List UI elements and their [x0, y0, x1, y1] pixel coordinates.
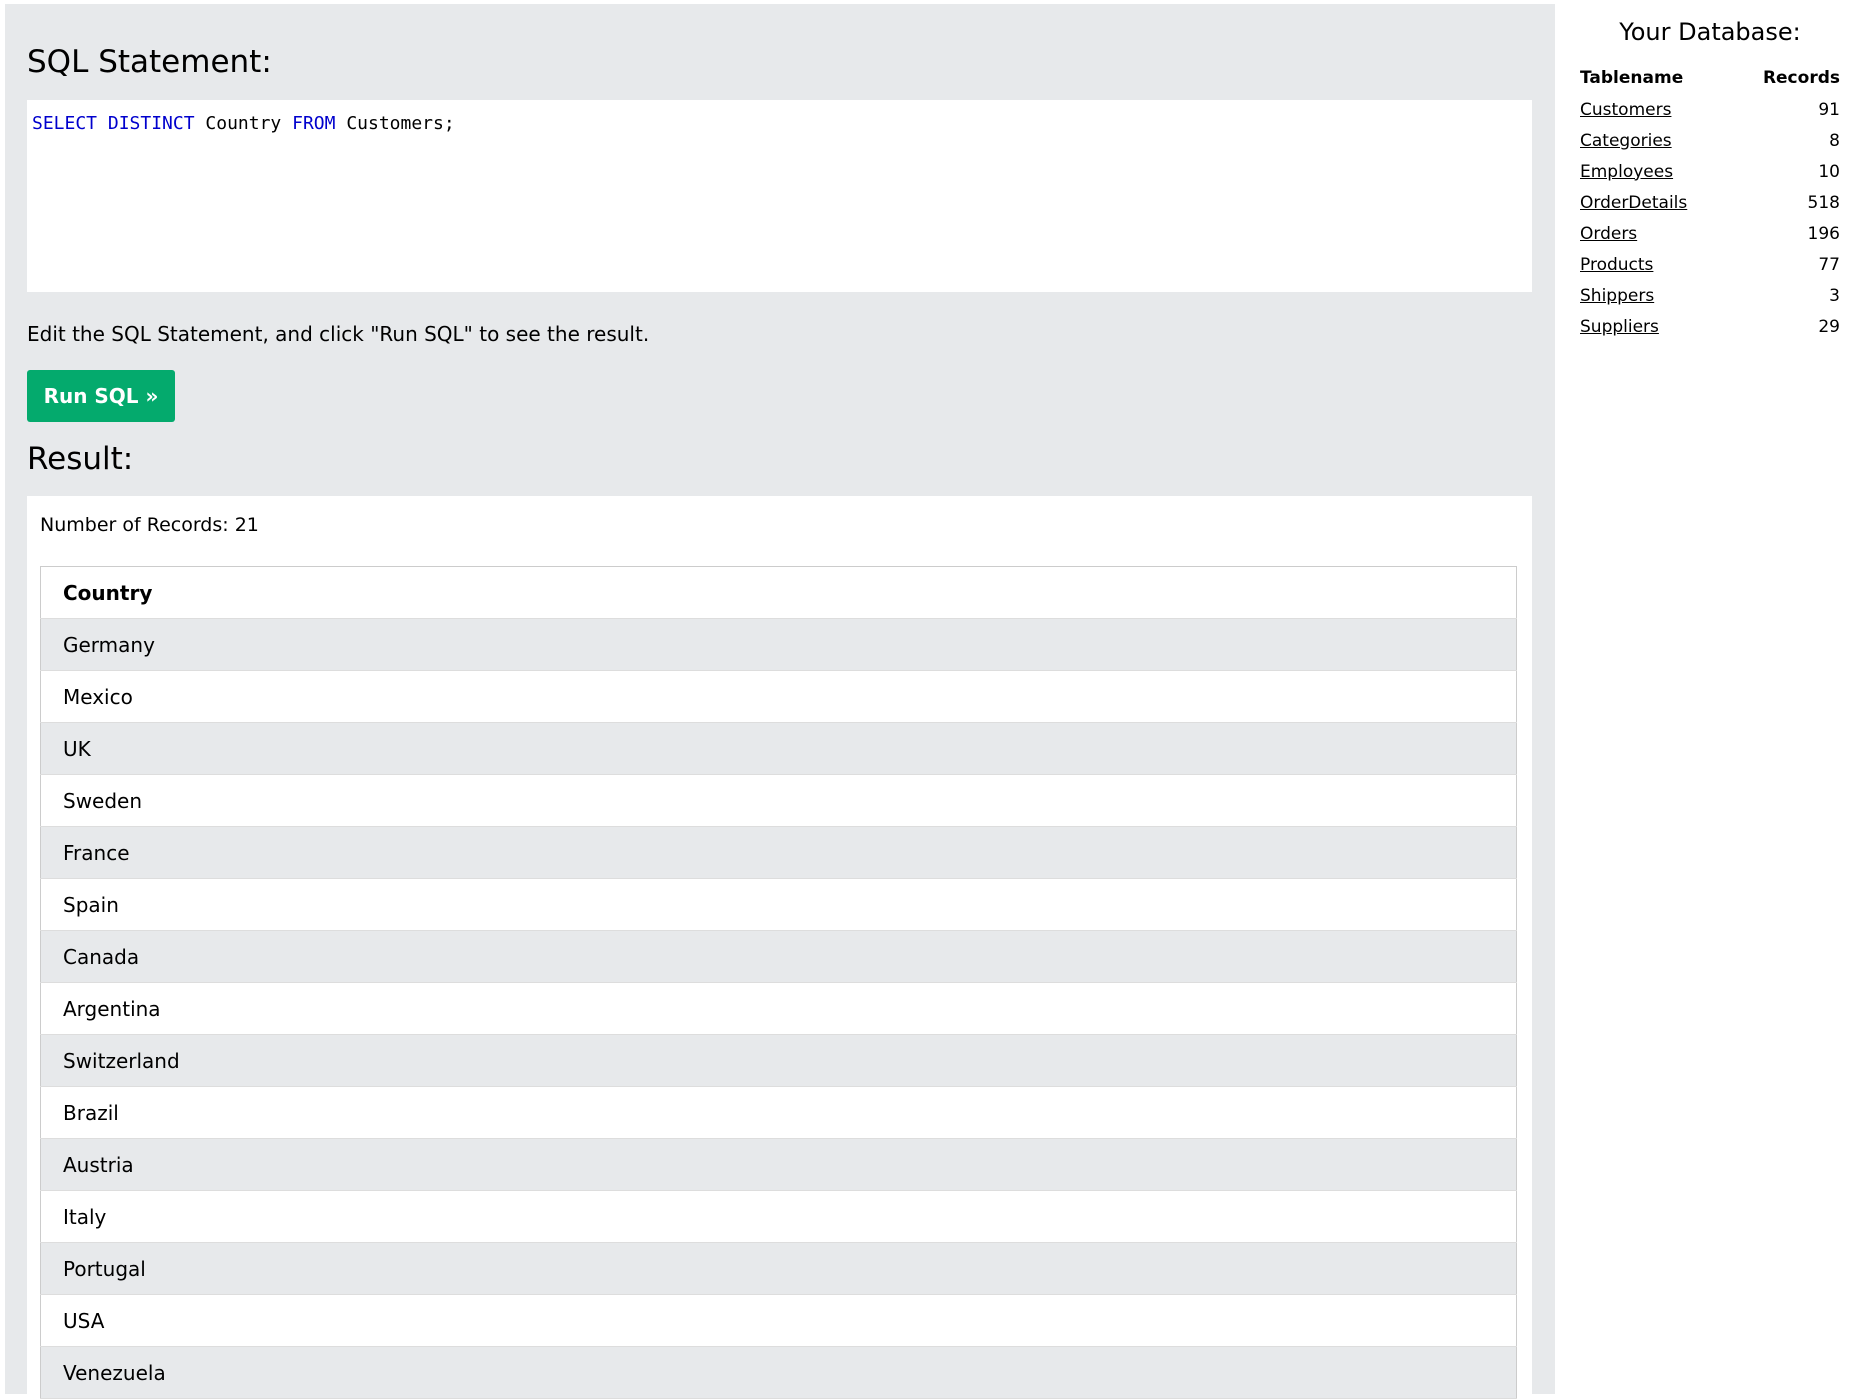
- db-record-count: 10: [1818, 161, 1840, 182]
- country-cell: Canada: [40, 930, 1517, 983]
- country-cell: Austria: [40, 1138, 1517, 1191]
- country-cell: Sweden: [40, 774, 1517, 827]
- db-table-link-categories[interactable]: Categories: [1580, 131, 1672, 151]
- db-table-row: OrderDetails 518: [1579, 187, 1841, 218]
- records-header: Records: [1762, 68, 1840, 88]
- record-count: Number of Records: 21: [40, 514, 259, 536]
- db-table-name-cell: Suppliers: [1579, 311, 1731, 342]
- db-table-link-shippers[interactable]: Shippers: [1580, 286, 1654, 306]
- db-table-row: Orders 196: [1579, 218, 1841, 249]
- table-row: Portugal: [40, 1242, 1517, 1295]
- db-table-row: Customers 91: [1579, 94, 1841, 125]
- db-table-link-products[interactable]: Products: [1580, 255, 1653, 275]
- country-cell: Switzerland: [40, 1034, 1517, 1087]
- sql-code-editor[interactable]: SELECT DISTINCT Country FROM Customers;: [27, 100, 1532, 292]
- sql-editor-panel: SQL Statement: SELECT DISTINCT Country F…: [5, 4, 1555, 1399]
- country-cell: Spain: [40, 878, 1517, 931]
- db-table-link-orders[interactable]: Orders: [1580, 224, 1637, 244]
- db-record-count: 8: [1829, 130, 1840, 151]
- db-table-link-employees[interactable]: Employees: [1580, 162, 1673, 182]
- database-table: Tablename Records Customers 91 Categories 8…: [1579, 62, 1841, 342]
- table-row: Venezuela: [40, 1346, 1517, 1399]
- column-header-country: Country: [40, 566, 1517, 619]
- country-cell: UK: [40, 722, 1517, 775]
- result-container: Number of Records: 21 Country Germany Mex…: [27, 496, 1532, 1399]
- db-table-row: Employees 10: [1579, 156, 1841, 187]
- result-heading: Result:: [27, 441, 134, 477]
- table-row: USA: [40, 1294, 1517, 1347]
- country-cell: Mexico: [40, 670, 1517, 723]
- database-title: Your Database:: [1619, 18, 1801, 46]
- db-table-name-cell: Products: [1579, 249, 1731, 280]
- db-table-name-cell: Orders: [1579, 218, 1731, 249]
- db-record-count: 3: [1829, 285, 1840, 306]
- db-record-count: 196: [1807, 223, 1840, 244]
- db-table-row: Suppliers 29: [1579, 311, 1841, 342]
- table-row: Mexico: [40, 670, 1517, 723]
- table-row: Brazil: [40, 1086, 1517, 1139]
- db-table-row: Shippers 3: [1579, 280, 1841, 311]
- country-cell: France: [40, 826, 1517, 879]
- country-cell: Germany: [40, 618, 1517, 671]
- country-cell: Venezuela: [40, 1346, 1517, 1399]
- db-record-count: 29: [1818, 316, 1840, 337]
- db-table-link-suppliers[interactable]: Suppliers: [1580, 317, 1659, 337]
- db-record-count: 77: [1818, 254, 1840, 275]
- db-table-name-cell: OrderDetails: [1579, 187, 1731, 218]
- country-cell: Portugal: [40, 1242, 1517, 1295]
- country-cell: USA: [40, 1294, 1517, 1347]
- db-table-link-orderdetails[interactable]: OrderDetails: [1580, 193, 1687, 213]
- country-cell: Argentina: [40, 982, 1517, 1035]
- result-table: Country Germany Mexico UK Sweden France Spain…: [40, 566, 1517, 1399]
- db-table-name-cell: Shippers: [1579, 280, 1731, 311]
- db-record-count: 91: [1818, 99, 1840, 120]
- sql-statement-heading: SQL Statement:: [27, 44, 272, 80]
- db-table-link-customers[interactable]: Customers: [1580, 100, 1671, 120]
- table-row: Sweden: [40, 774, 1517, 827]
- table-row: Spain: [40, 878, 1517, 931]
- sql-keyword: DISTINCT: [107, 113, 195, 134]
- db-header-row: Tablename Records: [1579, 62, 1841, 94]
- tablename-header: Tablename: [1580, 68, 1684, 88]
- db-table-row: Products 77: [1579, 249, 1841, 280]
- db-table-row: Categories 8: [1579, 125, 1841, 156]
- db-table-name-cell: Employees: [1579, 156, 1731, 187]
- run-sql-button[interactable]: Run SQL »: [27, 370, 175, 422]
- sql-token: Customers;: [335, 113, 455, 134]
- db-record-count: 518: [1807, 192, 1840, 213]
- table-row: Italy: [40, 1190, 1517, 1243]
- table-row: France: [40, 826, 1517, 879]
- table-row: Argentina: [40, 982, 1517, 1035]
- table-row: UK: [40, 722, 1517, 775]
- country-cell: Brazil: [40, 1086, 1517, 1139]
- db-table-name-cell: Customers: [1579, 94, 1731, 125]
- sql-token: Country: [194, 113, 293, 134]
- result-header-row: Country: [40, 566, 1517, 619]
- table-row: Germany: [40, 618, 1517, 671]
- sql-keyword: FROM: [292, 113, 336, 134]
- instruction-text: Edit the SQL Statement, and click "Run S…: [27, 322, 650, 346]
- table-row: Austria: [40, 1138, 1517, 1191]
- table-row: Canada: [40, 930, 1517, 983]
- db-table-name-cell: Categories: [1579, 125, 1731, 156]
- table-row: Switzerland: [40, 1034, 1517, 1087]
- sql-keyword: SELECT: [32, 113, 98, 134]
- country-cell: Italy: [40, 1190, 1517, 1243]
